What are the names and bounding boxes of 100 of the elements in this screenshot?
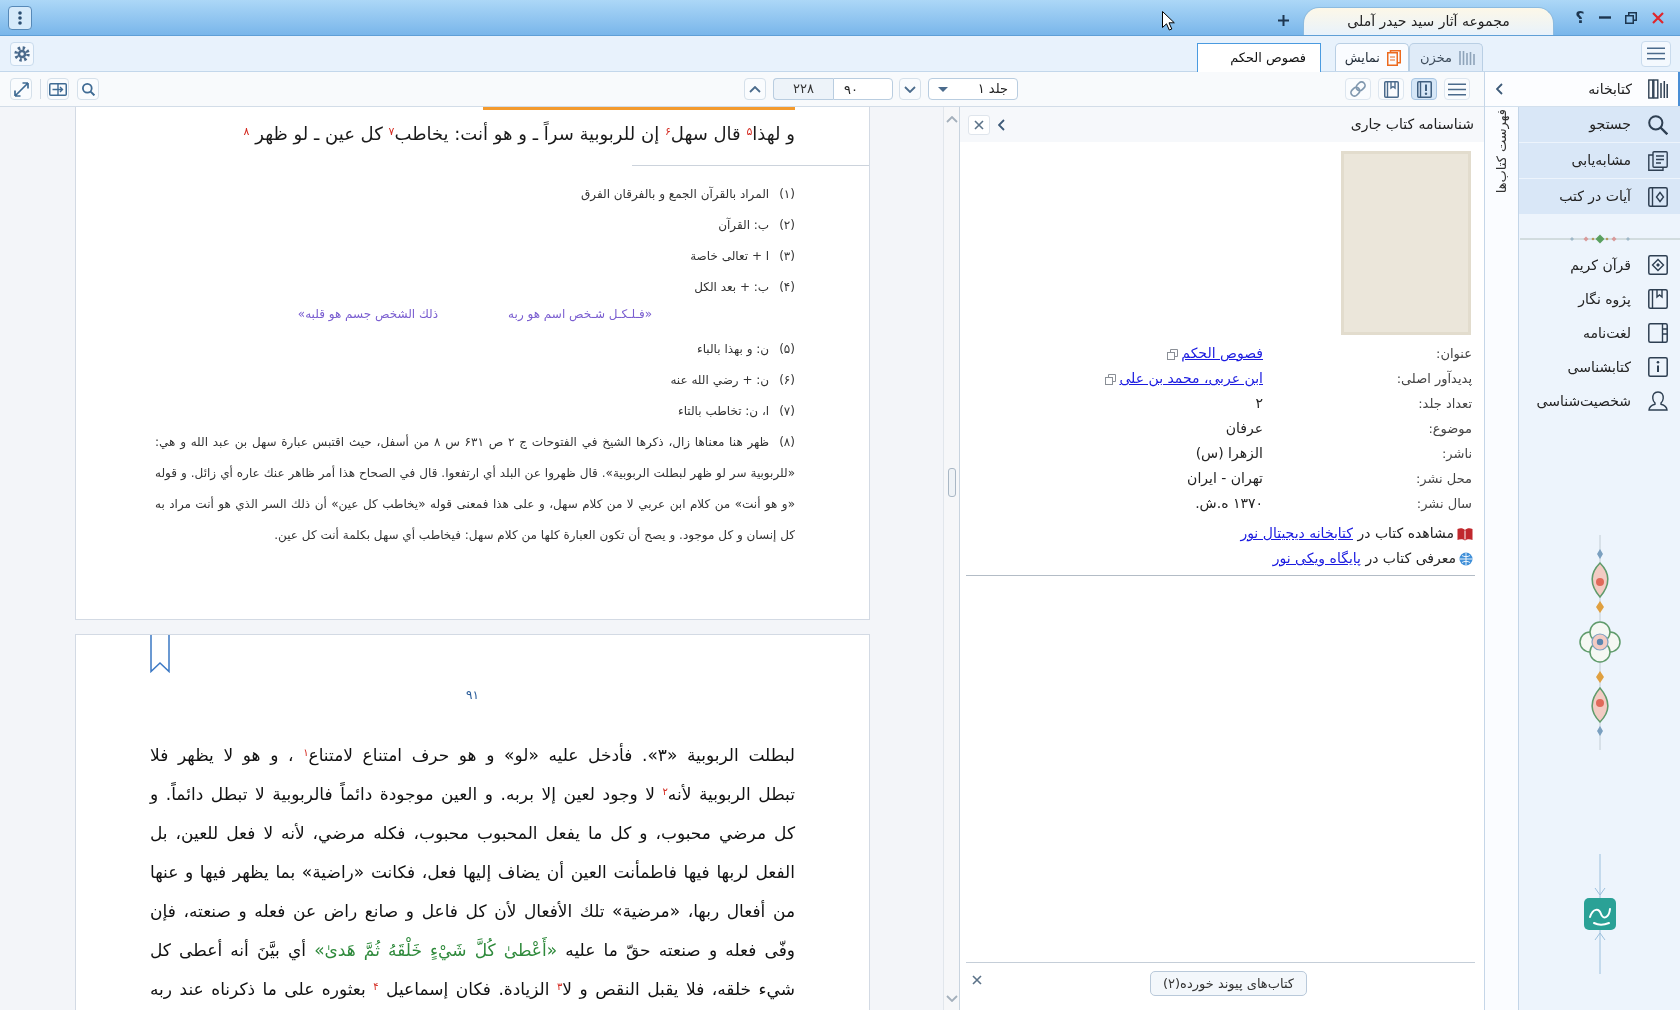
footnote-text: (۱) المراد بالقرآن الجمع و بالفرقان الفرق: [580, 185, 795, 204]
link-icon: [1349, 80, 1367, 98]
chevron-left-icon: [1495, 83, 1503, 95]
verse-hemistich: ذلك الشخص جسم هو قلبه»: [297, 306, 439, 324]
more-menu-button[interactable]: [8, 5, 32, 30]
field-value-link[interactable]: فصوص الحکم: [1181, 343, 1263, 364]
field-value: الزهرا (س): [1195, 444, 1263, 464]
panel-toggle-button[interactable]: [47, 78, 69, 100]
digital-library-link[interactable]: کتابخانه دیجیتال نور: [1240, 525, 1353, 541]
sidebar-item[interactable]: مشابه‌یابی: [1519, 143, 1680, 178]
field-value: ۲: [1255, 394, 1263, 413]
panel-title: شناسنامه کتاب جاری: [1350, 115, 1474, 135]
caret-up-icon: [945, 116, 958, 123]
chevron-left-icon: [997, 118, 1005, 131]
bookmarks-button[interactable]: [1378, 78, 1404, 100]
previous-page-button[interactable]: [744, 78, 766, 100]
field-label: تعداد جلد:: [1418, 394, 1472, 413]
footnote-text: (۵) ن: و بهذا بالباء: [696, 341, 795, 358]
verse-hemistich: «فـلـكـل شـخص اسم هو ربه: [508, 306, 653, 324]
sidebar-item[interactable]: پژوه نگار: [1519, 282, 1680, 316]
caret-up-icon: [749, 85, 761, 93]
person-icon: [1648, 391, 1668, 411]
caret-down-icon: [945, 995, 958, 1002]
next-page-button[interactable]: [899, 78, 921, 100]
floral-ornament-icon: [1576, 535, 1623, 750]
bookmark-book-icon: [1648, 289, 1668, 309]
collapse-button[interactable]: [1495, 81, 1503, 97]
plus-icon: [1277, 14, 1289, 26]
list-icon: [1448, 82, 1466, 96]
mode-tab[interactable]: مخزن: [1409, 43, 1483, 71]
minimize-icon: [1599, 16, 1611, 19]
footnote-text: (۶) ن: + رضي الله عنه: [669, 372, 795, 389]
scrollbar-thumb[interactable]: [947, 468, 956, 497]
footnote-text: (۸) ظهر هنا معناها زال، ذكرها الشيخ في الفتوحات ج ۲ ص ۶۳۱ س ۸ من أسفل، حيث اقتبس عبارة سهل بن عبد الله و هي: «للربوبية سر لو ظهر لبطلت الربوبية». قال ظهروا عن البلد أي ارتفعوا. قال في الصحاح هذا أمر ظاهر عنك عاره أي زائل. و قوله «و هو أنت» من كلام ابن عربي لا من كلام سهل، و على هذا فمعنى قوله «يخاطب كل عين» أن ذلك السر الذي هو أنت مراد به كل إنسان و كل موجود. و يصح أن تكون العبارة كلها من كلام سهل: فيخاطب أي سهل بكلمة أنت كل عين.: [155, 433, 795, 545]
page-number-field[interactable]: ۹۰: [833, 78, 893, 100]
sidebar-item[interactable]: قرآن کریم: [1519, 248, 1680, 282]
sidebar-item[interactable]: آیات در کتب: [1519, 179, 1680, 214]
volume-dropdown[interactable]: جلد ۱: [928, 78, 1018, 100]
close-icon: [1652, 11, 1664, 24]
field-label: پدیدآور اصلی:: [1396, 369, 1472, 389]
book-icon: [1387, 49, 1401, 66]
fullscreen-button[interactable]: [10, 78, 32, 100]
kebab-icon: [18, 10, 22, 25]
wiki-link[interactable]: پایگاه ویکی نور: [1272, 550, 1361, 566]
restore-icon: [1625, 11, 1637, 24]
search-icon: [81, 82, 95, 96]
close-panel-button[interactable]: [968, 114, 990, 135]
footnote-text: (۴) ب: + بعد الكل: [693, 279, 795, 296]
globe-icon: [1459, 551, 1473, 566]
panel-arrow-icon: [49, 82, 67, 96]
footnote-text: (۷) ا، ن: تخاطب بالتاء: [677, 403, 795, 420]
settings-icon: [14, 45, 30, 62]
book-list-tab[interactable]: فهرست کتاب‌ها: [1492, 109, 1511, 194]
dropdown-caret-icon: [938, 86, 948, 92]
sidebar-item[interactable]: جستجو: [1519, 107, 1680, 142]
close-icon: [972, 975, 982, 985]
floral-divider-icon: [1519, 233, 1680, 245]
mode-tab[interactable]: نمایش: [1335, 43, 1409, 71]
books-icon: [1459, 49, 1475, 66]
sidebar-item[interactable]: شخصیت‌شناسی: [1519, 384, 1680, 418]
info-book-icon: [1648, 357, 1668, 377]
field-label: موضوع:: [1428, 419, 1472, 439]
book-tabs-icon: [1648, 323, 1668, 343]
menu-icon: [1647, 47, 1665, 60]
page-count: ۲۲۸: [773, 78, 833, 100]
diamond-book-icon: [1648, 255, 1668, 275]
field-value-link[interactable]: ابن عربی، محمد بن علی: [1119, 368, 1263, 389]
app-logo-icon: [1582, 854, 1617, 974]
books-icon: [1648, 79, 1668, 99]
field-value: ۱۳۷۰ ه.ش.: [1195, 494, 1263, 514]
settings-button[interactable]: [10, 41, 34, 66]
bookmark-book-icon: [1383, 80, 1399, 98]
field-value: عرفان: [1225, 419, 1263, 438]
documents-icon: [1648, 150, 1668, 171]
wiki-intro-text: معرفی کتاب در پایگاه ویکی نور: [1272, 549, 1456, 569]
mouse-pointer-icon: [1162, 11, 1175, 31]
contents-button[interactable]: [1444, 78, 1470, 100]
page-number: ۹۱: [466, 687, 479, 703]
linked-books-button[interactable]: کتاب‌های پیوند خورده(۲): [1150, 971, 1307, 996]
app-tab[interactable]: مجموعه آثار سید حیدر آملی: [1303, 7, 1554, 35]
field-label: ناشر:: [1441, 444, 1472, 463]
book-info-button[interactable]: [1411, 78, 1437, 100]
new-tab-button[interactable]: [1276, 13, 1290, 27]
footnote-text: (۳) ا + تعالى خاصة: [689, 248, 795, 265]
document-tab[interactable]: فصوص الحکم: [1197, 43, 1321, 72]
menu-button[interactable]: [1641, 40, 1671, 67]
field-label: سال نشر:: [1416, 494, 1472, 513]
search-button[interactable]: [77, 78, 99, 100]
footnote-text: (۲) ب: القرآن: [717, 216, 795, 234]
external-link-icon: [1105, 373, 1117, 385]
external-link-icon: [1167, 348, 1179, 360]
sidebar-item[interactable]: لغت‌نامه: [1519, 316, 1680, 350]
link-button[interactable]: [1345, 78, 1371, 100]
field-value: تهران - ایران: [1187, 469, 1263, 489]
close-linked-bar-button[interactable]: [972, 975, 982, 985]
help-button[interactable]: ؟: [1570, 6, 1590, 29]
close-icon: [974, 119, 984, 130]
caret-down-icon: [904, 85, 916, 93]
sidebar-item[interactable]: کتابشناسی: [1519, 350, 1680, 384]
book-text-line: و لهذا$^{۵}$ قال سهل$^{۶}$ إن للربوبية سراً ـ و هو أنت: يخاطب$^{۷}$ كل عين ـ لو ظهر $^{۸}$: [242, 120, 796, 147]
